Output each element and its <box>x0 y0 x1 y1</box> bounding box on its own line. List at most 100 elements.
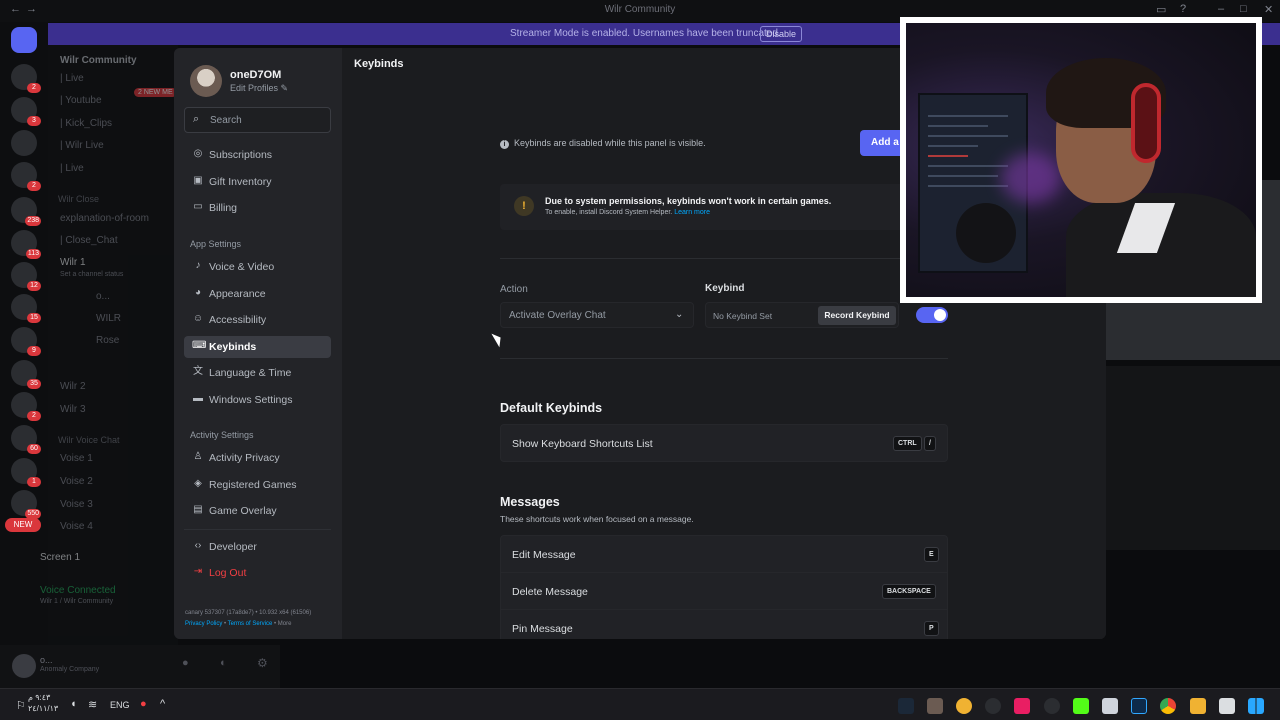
notepad-icon[interactable] <box>1102 698 1118 714</box>
server-icon[interactable]: 550 <box>11 490 41 519</box>
channel-item[interactable]: | Wilr Live <box>60 140 104 151</box>
back-arrow-icon[interactable]: ← <box>10 3 21 15</box>
help-icon[interactable]: ? <box>1180 3 1186 15</box>
server-icon[interactable]: 12 <box>11 262 41 291</box>
microphone-icon[interactable]: ● <box>140 698 147 710</box>
steam-icon[interactable] <box>898 698 914 714</box>
privacy-policy-link[interactable]: Privacy Policy <box>185 621 222 627</box>
clock-date[interactable]: ٢٤/١١/١٣ <box>28 704 58 713</box>
wifi-icon[interactable]: ≋ <box>88 698 97 711</box>
microphone-icon[interactable]: ● <box>182 657 189 669</box>
nav-gift-inventory[interactable]: ▣ Gift Inventory <box>184 171 331 193</box>
channel-item[interactable]: | Close_Chat <box>60 235 118 246</box>
channel-item[interactable]: Voise 1 <box>60 453 93 464</box>
network-icon[interactable]: ⚐ <box>16 699 26 712</box>
nav-registered-games[interactable]: ◈ Registered Games <box>184 474 331 496</box>
record-keybind-button[interactable]: Record Keybind <box>818 306 896 325</box>
inbox-icon[interactable]: ▭ <box>1156 3 1166 16</box>
close-icon[interactable]: ✕ <box>1264 3 1273 16</box>
photoshop-icon[interactable] <box>1131 698 1147 714</box>
channel-item[interactable]: Wilr 1 <box>60 257 86 268</box>
voice-user[interactable]: WILR <box>96 313 121 324</box>
chevron-up-icon[interactable]: ^ <box>160 698 165 710</box>
discord-taskbar-icon[interactable] <box>956 698 972 714</box>
speaker-icon[interactable]: ◖ <box>70 698 77 710</box>
server-icon[interactable]: 15 <box>11 294 41 323</box>
category-label[interactable]: Wilr Voice Chat <box>58 435 120 445</box>
channel-item[interactable]: Voise 2 <box>60 476 93 487</box>
keybind-toggle[interactable] <box>916 307 948 323</box>
kick-icon[interactable] <box>1073 698 1089 714</box>
nav-voice-video[interactable]: ♪ Voice & Video <box>184 256 331 278</box>
headphones-icon[interactable]: ◐ <box>220 657 227 669</box>
windows-start-icon[interactable] <box>1248 698 1264 714</box>
nav-appearance[interactable]: ◕ Appearance <box>184 283 331 305</box>
clock-time[interactable]: ٩:٤٣ م <box>28 693 50 702</box>
app-icon[interactable] <box>1219 698 1235 714</box>
channel-item[interactable]: Wilr 3 <box>60 404 86 415</box>
voice-user[interactable]: Rose <box>96 335 119 346</box>
disable-streamer-button[interactable]: Disable <box>760 26 802 42</box>
new-mentions-badge[interactable]: 2 NEW ME <box>134 88 177 97</box>
nav-billing[interactable]: ▭ Billing <box>184 197 331 219</box>
server-icon[interactable]: 1 <box>11 458 41 487</box>
maximize-icon[interactable]: □ <box>1240 3 1247 15</box>
gear-icon[interactable]: ⚙ <box>257 656 268 670</box>
nav-activity-privacy[interactable]: ♙ Activity Privacy <box>184 447 331 469</box>
nav-language-time[interactable]: 文 Language & Time <box>184 362 331 384</box>
server-icon[interactable]: 60 <box>11 425 41 454</box>
voice-status[interactable]: Set a channel status <box>60 271 123 278</box>
nav-keybinds[interactable]: ⌨ Keybinds <box>184 336 331 358</box>
server-icon[interactable]: 238 <box>11 197 41 226</box>
keybind-field[interactable]: No Keybind Set Record Keybind <box>705 302 899 328</box>
nav-accessibility[interactable]: ☺ Accessibility <box>184 309 331 331</box>
new-badge[interactable]: NEW <box>5 518 41 532</box>
screen-share-label[interactable]: Screen 1 <box>40 552 80 563</box>
channel-item[interactable]: explanation-of-room <box>60 213 149 224</box>
discord-home-icon[interactable] <box>11 27 37 53</box>
channel-item[interactable]: | Youtube <box>60 95 102 106</box>
learn-more-link[interactable]: Learn more <box>674 209 710 216</box>
server-icon[interactable]: 9 <box>11 327 41 356</box>
avatar[interactable] <box>12 654 36 678</box>
server-name[interactable]: Wilr Community <box>60 55 137 66</box>
more-link[interactable]: More <box>278 621 292 627</box>
server-icon[interactable]: 2 <box>11 392 41 421</box>
stream-preview[interactable] <box>1106 366 1280 550</box>
terms-link[interactable]: Terms of Service <box>228 621 273 627</box>
voice-path[interactable]: Wilr 1 / Wilr Community <box>40 598 113 605</box>
minimize-icon[interactable]: – <box>1218 3 1224 15</box>
server-icon[interactable]: 3 <box>11 97 41 126</box>
language-indicator[interactable]: ENG <box>110 700 130 710</box>
channel-item[interactable]: Wilr 2 <box>60 381 86 392</box>
folder-icon[interactable] <box>1190 698 1206 714</box>
action-select[interactable]: Activate Overlay Chat ⌄ <box>500 302 694 328</box>
app-icon[interactable] <box>1044 698 1060 714</box>
server-icon[interactable]: 35 <box>11 360 41 389</box>
channel-item[interactable]: | Live <box>60 73 84 84</box>
nav-subscriptions[interactable]: ◎ Subscriptions <box>184 144 331 166</box>
category-label[interactable]: Wilr Close <box>58 194 99 204</box>
avatar[interactable] <box>190 65 222 97</box>
nav-windows-settings[interactable]: ▬ Windows Settings <box>184 389 331 411</box>
edit-profiles-link[interactable]: Edit Profiles ✎ <box>230 83 288 94</box>
tiktok-icon[interactable] <box>1014 698 1030 714</box>
voice-user[interactable]: o... <box>96 291 110 302</box>
server-icon[interactable] <box>11 130 37 156</box>
search-input[interactable]: ⌕ Search <box>184 107 331 133</box>
channel-item[interactable]: Voise 4 <box>60 521 93 532</box>
chrome-icon[interactable] <box>1160 698 1176 714</box>
nav-game-overlay[interactable]: ▤ Game Overlay <box>184 500 331 522</box>
app-icon[interactable] <box>985 698 1001 714</box>
nav-developer[interactable]: ‹› Developer <box>184 536 331 558</box>
forward-arrow-icon[interactable]: → <box>26 3 37 15</box>
key-cap: BACKSPACE <box>882 584 936 599</box>
app-icon[interactable] <box>927 698 943 714</box>
logout-button[interactable]: ⇥ Log Out <box>184 562 331 584</box>
channel-item[interactable]: | Live <box>60 163 84 174</box>
server-icon[interactable]: 2 <box>11 64 41 93</box>
channel-item[interactable]: Voise 3 <box>60 499 93 510</box>
server-icon[interactable]: 113 <box>11 230 41 259</box>
channel-item[interactable]: | Kick_Clips <box>60 118 112 129</box>
server-icon[interactable]: 2 <box>11 162 41 191</box>
